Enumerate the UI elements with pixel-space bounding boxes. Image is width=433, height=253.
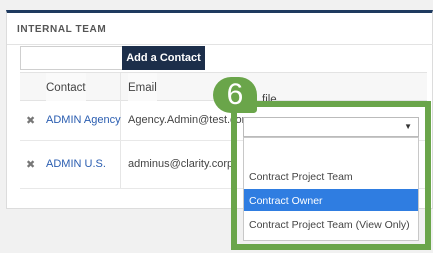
contact-name[interactable]: ADMIN Agency <box>46 114 121 126</box>
dropdown-option-empty[interactable] <box>244 142 418 164</box>
dropdown-option-contract-owner[interactable]: Contract Owner <box>244 189 418 211</box>
contact-email: adminus@clarity.corp <box>128 158 234 170</box>
dropdown-option-contract-project-team-view-only[interactable]: Contract Project Team (View Only) <box>244 213 418 235</box>
column-header-email: Email <box>128 73 157 101</box>
contact-name[interactable]: ADMIN U.S. <box>46 158 106 170</box>
caret-down-icon: ▼ <box>404 122 412 131</box>
contact-email: Agency.Admin@test.cor <box>128 114 246 126</box>
dropdown-option-contract-project-team[interactable]: Contract Project Team <box>244 165 418 187</box>
callout-number-badge: 6 <box>213 77 257 113</box>
panel-title: INTERNAL TEAM <box>7 13 433 45</box>
profile-dropdown-list: Contract Project Team Contract Owner Con… <box>243 137 419 241</box>
close-icon[interactable]: ✖ <box>26 114 35 127</box>
column-header-contact: Contact <box>46 73 86 101</box>
column-header-profile: file <box>262 94 277 106</box>
profile-select[interactable]: ▼ <box>243 117 419 137</box>
close-icon[interactable]: ✖ <box>26 158 35 171</box>
add-contact-button[interactable]: Add a Contact <box>122 46 205 70</box>
contact-search-input[interactable] <box>20 46 124 70</box>
